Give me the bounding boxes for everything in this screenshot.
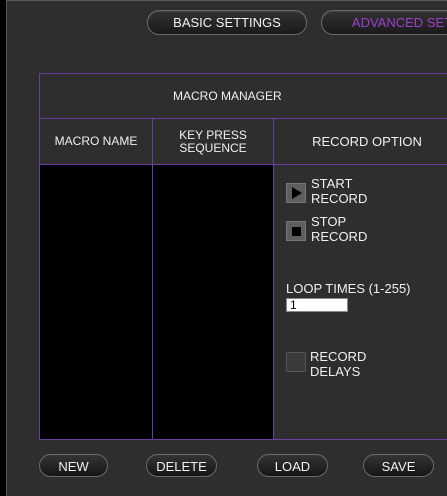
record-delays-label: RECORD DELAYS [310, 349, 366, 379]
record-delays-label-1: RECORD [310, 349, 367, 364]
tab-basic-settings[interactable]: BASIC SETTINGS [147, 10, 307, 35]
key-press-sequence-list[interactable] [153, 165, 274, 439]
column-header-record-option: RECORD OPTION [274, 119, 447, 165]
loop-times-input[interactable]: 1 [286, 298, 348, 312]
record-delays-label-2: DELAYS [310, 364, 361, 379]
column-header-seq-line1: KEY PRESS [179, 127, 247, 142]
tab-advanced-settings[interactable]: ADVANCED SET [321, 10, 447, 35]
play-icon[interactable] [286, 183, 306, 203]
new-button[interactable]: NEW [39, 454, 108, 477]
macro-name-list[interactable] [40, 165, 153, 439]
column-header-key-press-sequence: KEY PRESS SEQUENCE [153, 119, 274, 165]
panel-title: MACRO MANAGER [40, 74, 447, 119]
stop-record-label-2: RECORD [311, 229, 368, 244]
macro-manager-panel: MACRO MANAGER MACRO NAME KEY PRESS SEQUE… [39, 73, 447, 440]
stop-icon[interactable] [286, 221, 306, 241]
record-options-area: START RECORD STOP RECORD LOOP TIMES (1-2… [274, 165, 447, 439]
loop-times-label: LOOP TIMES (1-255) [286, 281, 411, 296]
save-button[interactable]: SAVE [363, 454, 434, 477]
load-button[interactable]: LOAD [257, 454, 328, 477]
start-record-label-1: START [311, 176, 353, 191]
stop-record-button[interactable]: STOP RECORD [286, 214, 367, 244]
delete-button[interactable]: DELETE [146, 454, 217, 477]
column-header-macro-name: MACRO NAME [40, 119, 153, 165]
start-record-button[interactable]: START RECORD [286, 176, 367, 206]
record-delays-checkbox[interactable] [286, 352, 306, 372]
start-record-label-2: RECORD [311, 191, 368, 206]
stop-record-label-1: STOP [311, 214, 347, 229]
macro-settings-window: BASIC SETTINGS ADVANCED SET MACRO MANAGE… [6, 0, 447, 496]
column-header-seq-line2: SEQUENCE [179, 140, 247, 155]
